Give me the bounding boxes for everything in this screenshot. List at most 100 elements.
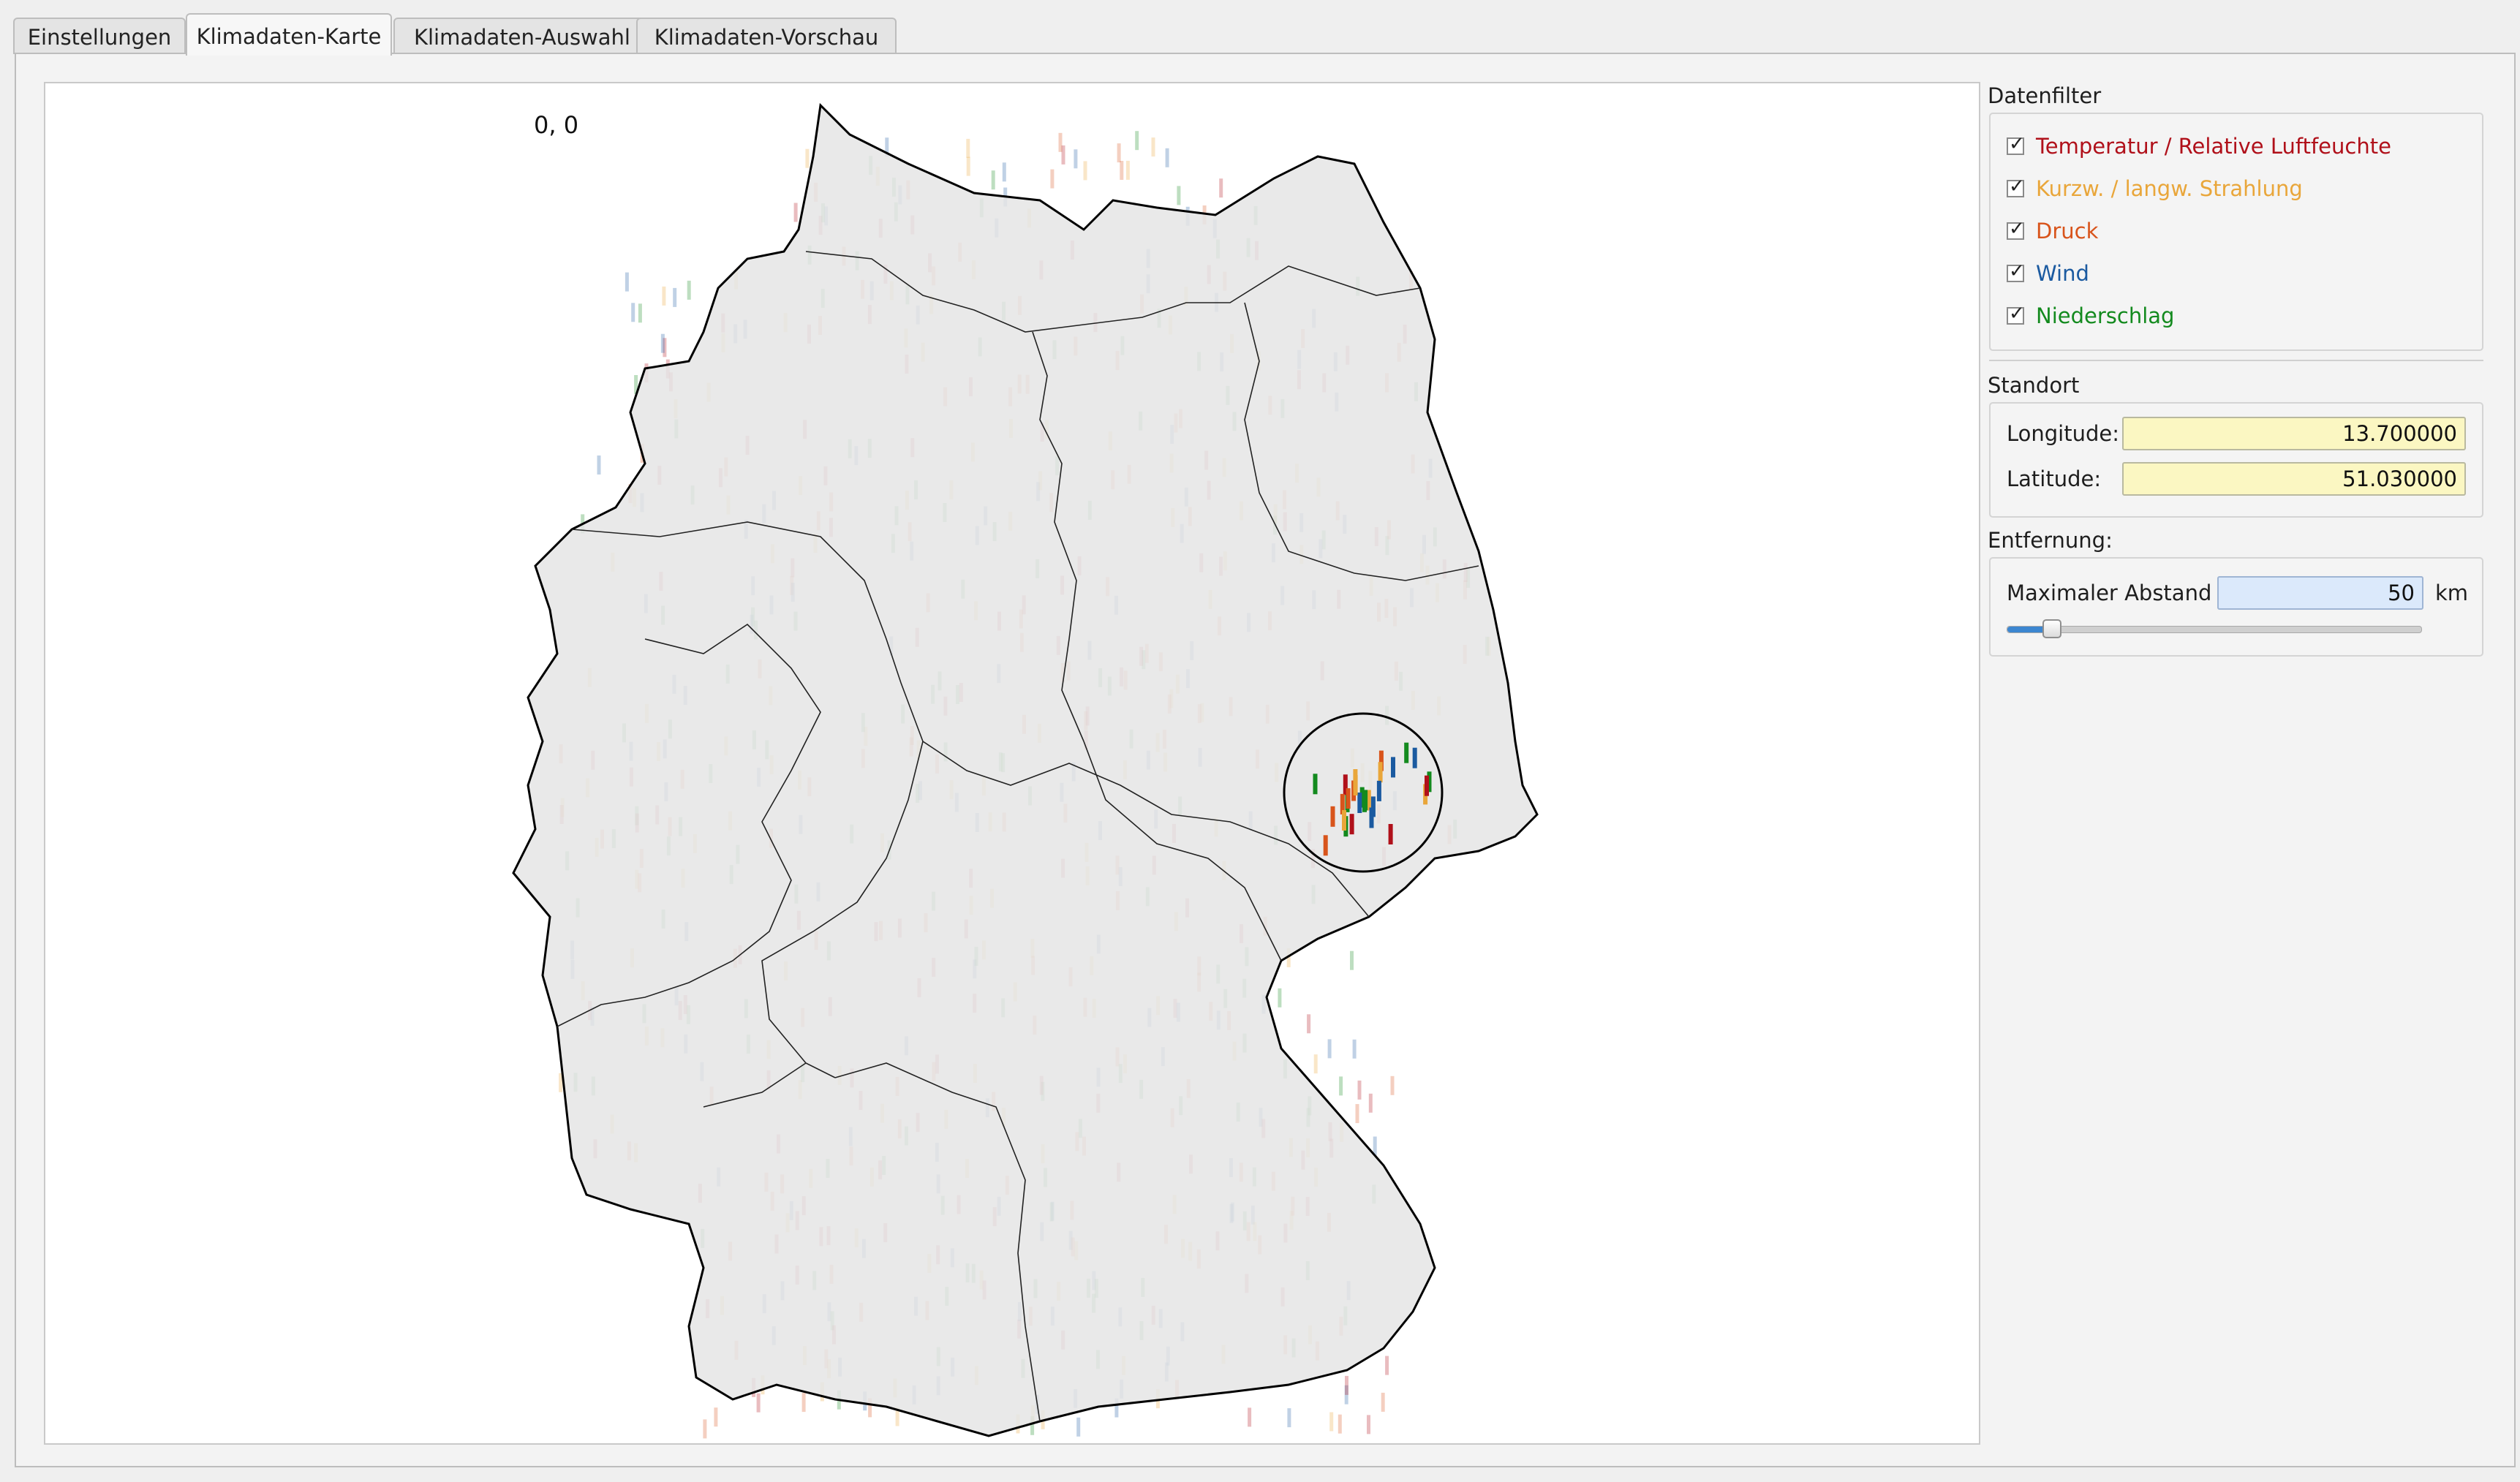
selected-station-marker — [1346, 788, 1351, 809]
station-marker — [1061, 145, 1065, 165]
selected-station-marker — [1388, 824, 1393, 844]
station-marker — [597, 455, 601, 475]
checkbox-niederschlag[interactable] — [2007, 303, 2025, 325]
filter-strahlung-label: Kurzw. / langw. Strahlung — [2036, 176, 2303, 201]
station-marker — [756, 1393, 761, 1413]
station-marker — [1357, 1080, 1362, 1100]
longitude-field[interactable]: 13.700000 — [2122, 417, 2466, 450]
selected-station-marker — [1353, 775, 1358, 795]
station-marker — [805, 148, 810, 168]
station-marker — [662, 286, 666, 306]
selected-station-marker — [1412, 747, 1417, 768]
station-marker — [1135, 131, 1139, 151]
entfernung-group: Maximaler Abstand 50 km — [1989, 557, 2483, 657]
station-marker — [1076, 1417, 1081, 1437]
selected-station-marker — [1404, 742, 1409, 763]
latitude-row: Latitude: — [2007, 461, 2124, 497]
station-marker — [1219, 178, 1223, 198]
standort-title: Standort — [1988, 373, 2080, 398]
station-marker — [1074, 149, 1078, 169]
station-marker — [660, 333, 665, 353]
filter-wind-label: Wind — [2036, 261, 2089, 286]
distance-slider[interactable] — [2007, 626, 2422, 633]
selected-station-marker — [1342, 810, 1346, 831]
selected-station-marker — [1391, 757, 1395, 778]
filter-strahlung[interactable]: Kurzw. / langw. Strahlung — [2007, 173, 2303, 205]
datenfilter-title: Datenfilter — [1988, 83, 2102, 108]
checkbox-temperatur[interactable] — [2007, 133, 2025, 155]
divider — [1989, 360, 2483, 361]
checkbox-druck[interactable] — [2007, 218, 2025, 240]
station-marker — [1117, 143, 1121, 163]
filter-temperatur-label: Temperatur / Relative Luftfeuchte — [2036, 134, 2391, 159]
distance-slider-handle[interactable] — [2042, 619, 2062, 638]
station-marker — [1338, 1414, 1342, 1434]
germany-climate-map[interactable]: 0, 0 — [44, 82, 1980, 1445]
selected-station-marker — [1323, 835, 1328, 856]
latitude-field[interactable]: 51.030000 — [2122, 462, 2466, 496]
station-marker — [1248, 1407, 1252, 1427]
station-marker — [625, 272, 629, 292]
selected-station-marker — [1362, 791, 1367, 812]
station-marker — [631, 303, 635, 322]
tab-klimadaten-karte[interactable]: Klimadaten-Karte — [186, 13, 392, 56]
germany-outline — [512, 102, 1539, 1437]
standort-group: Longitude: 13.700000 Latitude: 51.030000 — [1989, 402, 2483, 518]
station-marker — [1381, 1392, 1385, 1412]
station-marker — [1339, 1076, 1343, 1096]
max-distance-label: Maximaler Abstand — [2007, 581, 2212, 605]
station-marker — [1177, 186, 1181, 205]
entfernung-title: Entfernung: — [1988, 528, 2113, 553]
station-marker — [1350, 950, 1354, 970]
station-marker — [1390, 1075, 1395, 1095]
longitude-row: Longitude: — [2007, 415, 2124, 452]
tab-klimadaten-auswahl[interactable]: Klimadaten-Auswahl — [393, 18, 651, 54]
filter-druck[interactable]: Druck — [2007, 215, 2098, 247]
selected-station-marker — [1376, 780, 1381, 801]
selected-station-marker — [1357, 793, 1362, 813]
station-marker — [703, 1419, 707, 1439]
selected-station-marker — [1378, 762, 1383, 783]
station-marker — [638, 303, 642, 323]
station-marker — [673, 287, 677, 307]
station-marker — [1002, 162, 1006, 182]
station-marker — [1165, 148, 1169, 167]
tab-einstellungen[interactable]: Einstellungen — [13, 18, 186, 54]
checkbox-wind[interactable] — [2007, 260, 2025, 282]
station-marker — [1050, 169, 1055, 189]
station-marker — [1368, 1093, 1373, 1113]
datenfilter-group: Temperatur / Relative Luftfeuchte Kurzw.… — [1989, 113, 2483, 351]
station-marker — [1367, 1415, 1370, 1434]
map-canvas[interactable] — [45, 83, 1979, 1443]
station-marker — [801, 1393, 806, 1413]
station-marker — [687, 280, 691, 300]
max-distance-spinbox[interactable]: 50 — [2217, 576, 2423, 610]
station-marker — [1329, 1412, 1334, 1432]
station-marker — [1083, 161, 1087, 181]
station-marker — [1313, 1054, 1318, 1074]
selected-station-marker — [1313, 774, 1318, 795]
selected-station-marker — [1330, 806, 1335, 827]
distance-unit: km — [2435, 581, 2469, 605]
station-marker — [1307, 1014, 1311, 1034]
station-marker — [1120, 161, 1124, 180]
filter-niederschlag[interactable]: Niederschlag — [2007, 300, 2174, 332]
station-marker — [1355, 1104, 1359, 1124]
filter-niederschlag-label: Niederschlag — [2036, 303, 2175, 328]
station-marker — [1345, 1375, 1348, 1395]
station-marker — [1151, 137, 1155, 157]
filter-wind[interactable]: Wind — [2007, 257, 2089, 290]
station-marker — [1287, 1408, 1291, 1428]
checkbox-strahlung[interactable] — [2007, 175, 2025, 197]
tab-klimadaten-vorschau[interactable]: Klimadaten-Vorschau — [636, 18, 897, 54]
station-marker — [1352, 1039, 1357, 1059]
station-marker — [793, 203, 798, 222]
filter-temperatur[interactable]: Temperatur / Relative Luftfeuchte — [2007, 130, 2391, 162]
station-marker — [966, 138, 970, 158]
station-marker — [714, 1407, 718, 1427]
station-marker — [966, 156, 970, 176]
max-distance-row: Maximaler Abstand — [2007, 575, 2211, 611]
longitude-label: Longitude: — [2007, 421, 2120, 446]
selected-station-marker — [1349, 814, 1354, 835]
selected-station-marker — [1370, 796, 1376, 817]
